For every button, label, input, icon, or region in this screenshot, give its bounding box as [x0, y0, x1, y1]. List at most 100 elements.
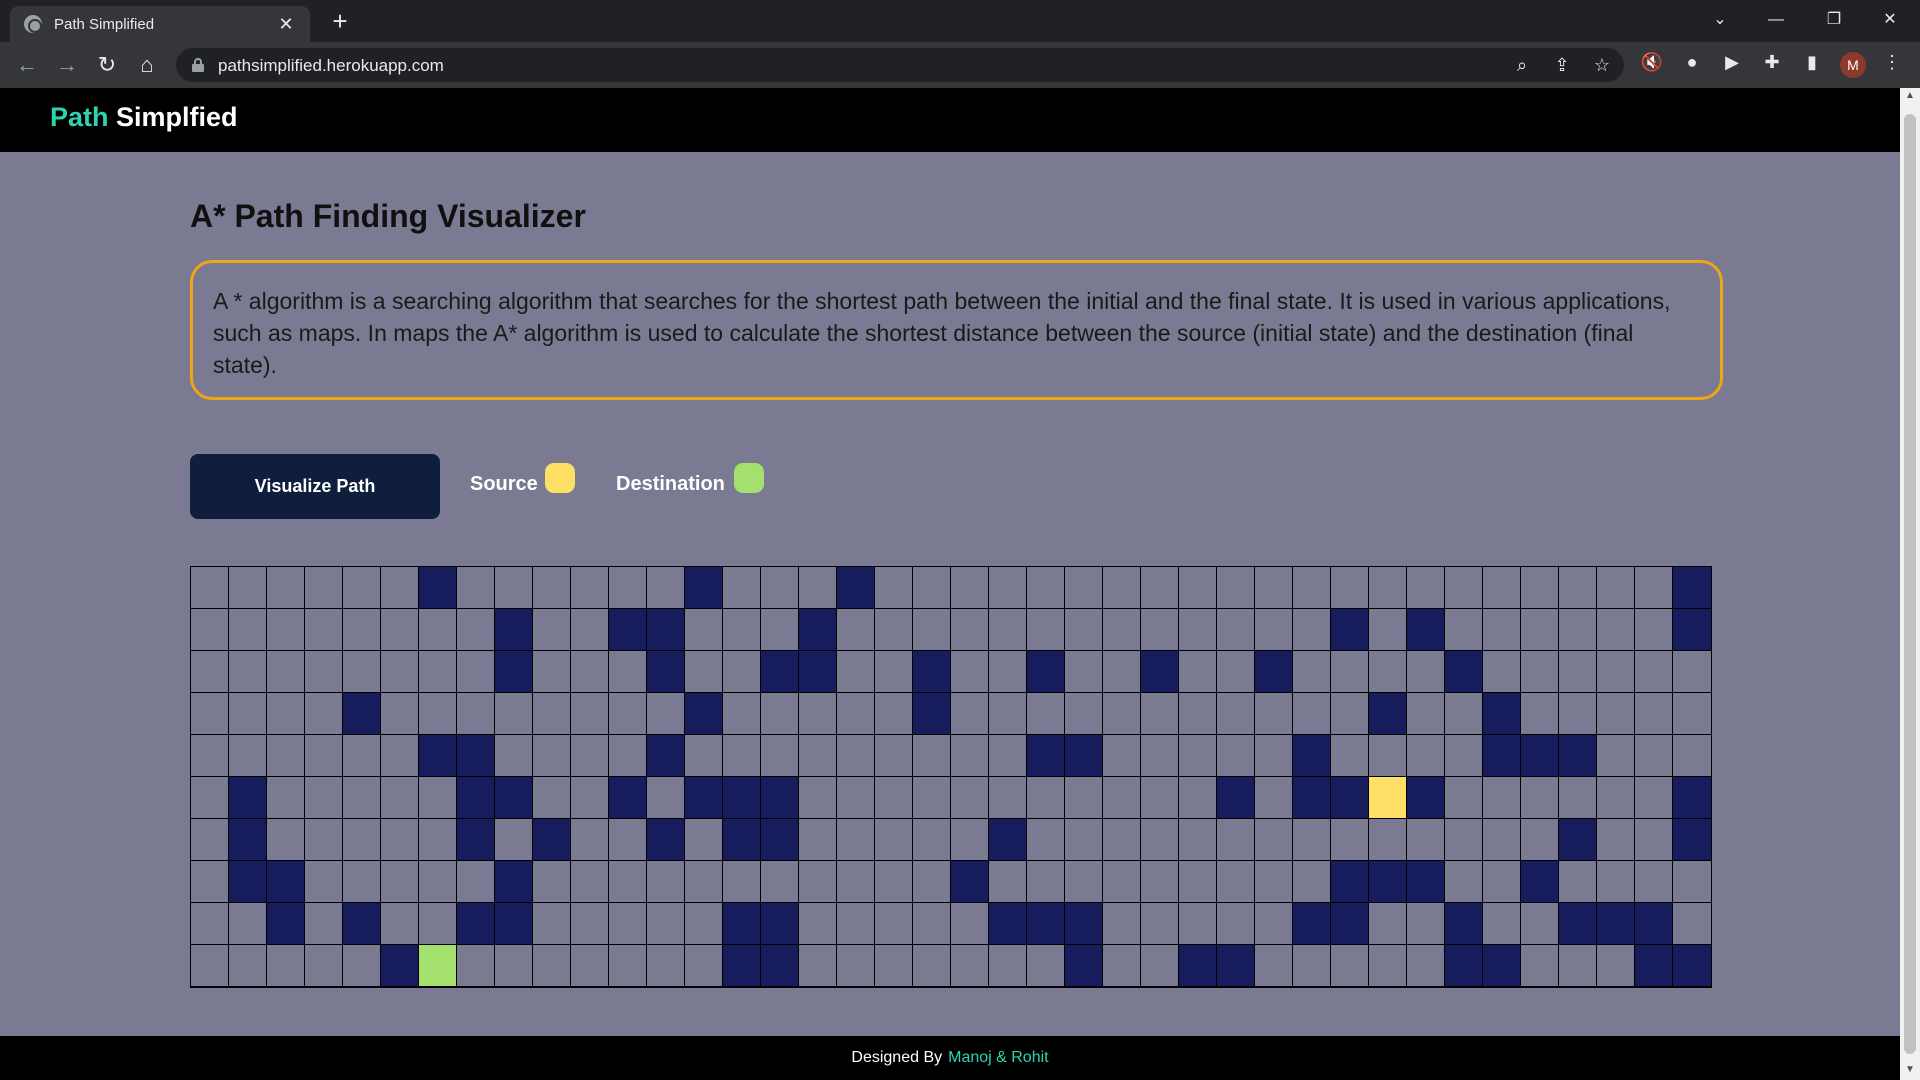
grid-cell[interactable]	[343, 945, 381, 987]
wall-cell[interactable]	[1179, 945, 1217, 987]
grid-cell[interactable]	[229, 693, 267, 735]
wall-cell[interactable]	[1407, 777, 1445, 819]
minimize-icon[interactable]: —	[1748, 0, 1804, 40]
grid-cell[interactable]	[1141, 903, 1179, 945]
grid-cell[interactable]	[1027, 819, 1065, 861]
grid-cell[interactable]	[191, 693, 229, 735]
grid-cell[interactable]	[1293, 861, 1331, 903]
grid-cell[interactable]	[571, 735, 609, 777]
share-icon[interactable]: ⇪	[1550, 53, 1574, 77]
grid-cell[interactable]	[1217, 861, 1255, 903]
wall-cell[interactable]	[723, 903, 761, 945]
grid-cell[interactable]	[1179, 693, 1217, 735]
grid-cell[interactable]	[419, 651, 457, 693]
grid-cell[interactable]	[875, 567, 913, 609]
menu-icon[interactable]: ⋮	[1880, 50, 1904, 74]
grid-cell[interactable]	[457, 609, 495, 651]
grid-cell[interactable]	[875, 693, 913, 735]
grid-cell[interactable]	[1483, 651, 1521, 693]
grid-cell[interactable]	[381, 609, 419, 651]
grid-cell[interactable]	[1065, 567, 1103, 609]
grid-cell[interactable]	[837, 609, 875, 651]
grid-cell[interactable]	[1141, 777, 1179, 819]
grid-cell[interactable]	[837, 945, 875, 987]
grid-cell[interactable]	[381, 903, 419, 945]
grid-cell[interactable]	[267, 609, 305, 651]
grid-cell[interactable]	[571, 903, 609, 945]
grid-cell[interactable]	[1331, 693, 1369, 735]
grid-cell[interactable]	[647, 945, 685, 987]
grid-cell[interactable]	[419, 777, 457, 819]
grid-cell[interactable]	[1483, 777, 1521, 819]
grid-cell[interactable]	[457, 861, 495, 903]
grid-cell[interactable]	[1103, 567, 1141, 609]
grid-cell[interactable]	[875, 819, 913, 861]
grid-cell[interactable]	[305, 945, 343, 987]
grid-cell[interactable]	[837, 777, 875, 819]
grid-cell[interactable]	[229, 903, 267, 945]
grid-cell[interactable]	[951, 609, 989, 651]
wall-cell[interactable]	[1369, 861, 1407, 903]
wall-cell[interactable]	[1521, 735, 1559, 777]
grid-cell[interactable]	[1559, 609, 1597, 651]
wall-cell[interactable]	[1369, 693, 1407, 735]
grid-cell[interactable]	[913, 609, 951, 651]
grid-cell[interactable]	[989, 609, 1027, 651]
tab-search-icon[interactable]: ⌄	[1692, 0, 1748, 40]
grid-cell[interactable]	[305, 693, 343, 735]
grid-cell[interactable]	[761, 693, 799, 735]
grid-cell[interactable]	[1217, 651, 1255, 693]
wall-cell[interactable]	[229, 777, 267, 819]
wall-cell[interactable]	[837, 567, 875, 609]
wall-cell[interactable]	[1217, 777, 1255, 819]
grid-cell[interactable]	[1027, 945, 1065, 987]
grid-cell[interactable]	[837, 819, 875, 861]
source-cell[interactable]	[1369, 777, 1407, 819]
grid-cell[interactable]	[875, 651, 913, 693]
grid-cell[interactable]	[1673, 861, 1711, 903]
grid-cell[interactable]	[1369, 903, 1407, 945]
wall-cell[interactable]	[1065, 903, 1103, 945]
grid-cell[interactable]	[951, 819, 989, 861]
grid-cell[interactable]	[1217, 903, 1255, 945]
grid-cell[interactable]	[1027, 861, 1065, 903]
wall-cell[interactable]	[1293, 735, 1331, 777]
grid-cell[interactable]	[1445, 609, 1483, 651]
wall-cell[interactable]	[1521, 861, 1559, 903]
grid-cell[interactable]	[1597, 819, 1635, 861]
grid-cell[interactable]	[1065, 777, 1103, 819]
grid-cell[interactable]	[343, 735, 381, 777]
grid-cell[interactable]	[381, 735, 419, 777]
grid-cell[interactable]	[685, 903, 723, 945]
footer-authors[interactable]: Manoj & Rohit	[948, 1049, 1049, 1066]
grid-cell[interactable]	[533, 903, 571, 945]
grid-cell[interactable]	[1369, 609, 1407, 651]
grid-cell[interactable]	[1597, 735, 1635, 777]
grid-cell[interactable]	[1445, 861, 1483, 903]
wall-cell[interactable]	[1483, 693, 1521, 735]
scroll-down-icon[interactable]: ▼	[1904, 1064, 1916, 1076]
grid-cell[interactable]	[191, 609, 229, 651]
grid-cell[interactable]	[723, 735, 761, 777]
grid-cell[interactable]	[989, 861, 1027, 903]
grid-cell[interactable]	[495, 735, 533, 777]
grid-cell[interactable]	[533, 861, 571, 903]
grid-cell[interactable]	[1597, 651, 1635, 693]
grid-cell[interactable]	[533, 735, 571, 777]
grid-cell[interactable]	[1293, 567, 1331, 609]
grid-cell[interactable]	[533, 945, 571, 987]
grid-cell[interactable]	[1635, 861, 1673, 903]
grid-cell[interactable]	[343, 651, 381, 693]
grid-cell[interactable]	[1407, 567, 1445, 609]
grid-cell[interactable]	[609, 945, 647, 987]
wall-cell[interactable]	[495, 651, 533, 693]
grid-cell[interactable]	[1103, 693, 1141, 735]
grid-cell[interactable]	[761, 861, 799, 903]
grid-cell[interactable]	[1407, 651, 1445, 693]
wall-cell[interactable]	[723, 819, 761, 861]
grid-cell[interactable]	[1255, 945, 1293, 987]
wall-cell[interactable]	[1559, 819, 1597, 861]
grid-cell[interactable]	[1407, 945, 1445, 987]
grid-cell[interactable]	[419, 819, 457, 861]
grid-cell[interactable]	[381, 819, 419, 861]
